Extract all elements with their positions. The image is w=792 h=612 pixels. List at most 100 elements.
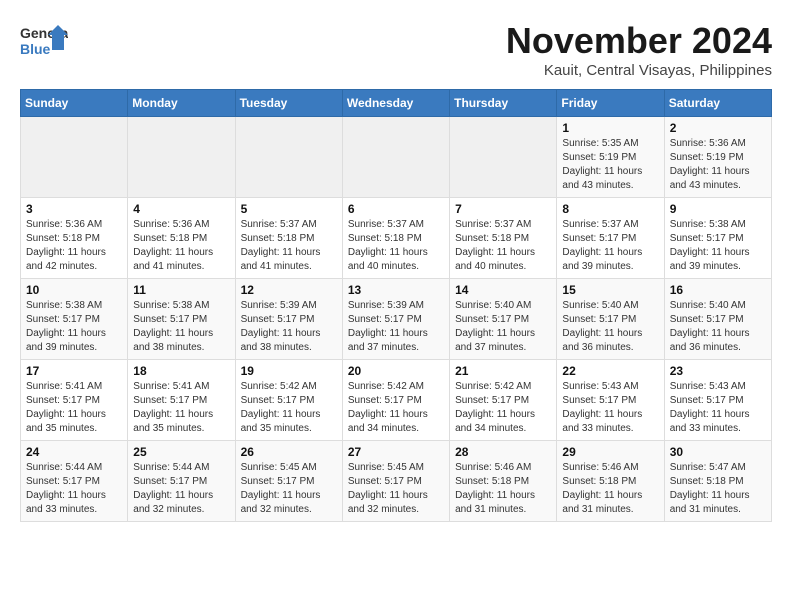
day-cell-2: 2 Sunrise: 5:36 AM Sunset: 5:19 PM Daylig…: [664, 117, 771, 198]
day-cell-4: 4 Sunrise: 5:36 AM Sunset: 5:18 PM Daylig…: [128, 198, 235, 279]
day-detail: Sunrise: 5:37 AM Sunset: 5:18 PM Dayligh…: [241, 218, 337, 274]
day-detail: Sunrise: 5:46 AM Sunset: 5:18 PM Dayligh…: [455, 461, 551, 517]
calendar-table: SundayMondayTuesdayWednesdayThursdayFrid…: [20, 89, 772, 522]
day-number: 10: [26, 283, 122, 297]
day-cell-21: 21 Sunrise: 5:42 AM Sunset: 5:17 PM Dayli…: [450, 360, 557, 441]
day-cell-24: 24Sunrise: 5:44 AM Sunset: 5:17 PM Dayli…: [21, 441, 128, 522]
day-detail: Sunrise: 5:42 AM Sunset: 5:17 PM Dayligh…: [241, 380, 337, 436]
day-number: 11: [133, 283, 229, 297]
day-cell-30: 30 Sunrise: 5:47 AM Sunset: 5:18 PM Dayli…: [664, 441, 771, 522]
day-detail: Sunrise: 5:42 AM Sunset: 5:17 PM Dayligh…: [348, 380, 444, 436]
day-detail: Sunrise: 5:36 AM Sunset: 5:18 PM Dayligh…: [133, 218, 229, 274]
day-detail: Sunrise: 5:41 AM Sunset: 5:17 PM Dayligh…: [133, 380, 229, 436]
day-cell-15: 15Sunrise: 5:40 AM Sunset: 5:17 PM Dayli…: [557, 279, 664, 360]
day-detail: Sunrise: 5:40 AM Sunset: 5:17 PM Dayligh…: [562, 299, 658, 355]
day-number: 23: [670, 364, 766, 378]
day-number: 22: [562, 364, 658, 378]
day-number: 2: [670, 121, 766, 135]
day-detail: Sunrise: 5:37 AM Sunset: 5:17 PM Dayligh…: [562, 218, 658, 274]
day-detail: Sunrise: 5:40 AM Sunset: 5:17 PM Dayligh…: [670, 299, 766, 355]
day-cell-20: 20 Sunrise: 5:42 AM Sunset: 5:17 PM Dayli…: [342, 360, 449, 441]
day-number: 19: [241, 364, 337, 378]
day-cell-27: 27 Sunrise: 5:45 AM Sunset: 5:17 PM Dayli…: [342, 441, 449, 522]
day-cell-10: 10 Sunrise: 5:38 AM Sunset: 5:17 PM Dayli…: [21, 279, 128, 360]
day-number: 21: [455, 364, 551, 378]
day-number: 17: [26, 364, 122, 378]
day-number: 25: [133, 445, 229, 459]
day-number: 13: [348, 283, 444, 297]
svg-text:Blue: Blue: [20, 41, 51, 57]
day-detail: Sunrise: 5:36 AM Sunset: 5:19 PM Dayligh…: [670, 137, 766, 193]
day-cell-29: 29 Sunrise: 5:46 AM Sunset: 5:18 PM Dayli…: [557, 441, 664, 522]
day-number: 28: [455, 445, 551, 459]
day-detail: Sunrise: 5:42 AM Sunset: 5:17 PM Dayligh…: [455, 380, 551, 436]
weekday-header-wednesday: Wednesday: [342, 90, 449, 117]
day-detail: Sunrise: 5:44 AM Sunset: 5:17 PM Dayligh…: [133, 461, 229, 517]
weekday-header-tuesday: Tuesday: [235, 90, 342, 117]
day-number: 29: [562, 445, 658, 459]
day-cell-11: 11 Sunrise: 5:38 AM Sunset: 5:17 PM Dayli…: [128, 279, 235, 360]
day-cell-16: 16 Sunrise: 5:40 AM Sunset: 5:17 PM Dayli…: [664, 279, 771, 360]
week-row-3: 10 Sunrise: 5:38 AM Sunset: 5:17 PM Dayli…: [21, 279, 772, 360]
weekday-header-monday: Monday: [128, 90, 235, 117]
day-cell-17: 17 Sunrise: 5:41 AM Sunset: 5:17 PM Dayli…: [21, 360, 128, 441]
day-detail: Sunrise: 5:45 AM Sunset: 5:17 PM Dayligh…: [241, 461, 337, 517]
day-number: 30: [670, 445, 766, 459]
day-cell-9: 9Sunrise: 5:38 AM Sunset: 5:17 PM Daylig…: [664, 198, 771, 279]
day-cell-7: 7 Sunrise: 5:37 AM Sunset: 5:18 PM Daylig…: [450, 198, 557, 279]
day-cell-18: 18 Sunrise: 5:41 AM Sunset: 5:17 PM Dayli…: [128, 360, 235, 441]
day-detail: Sunrise: 5:45 AM Sunset: 5:17 PM Dayligh…: [348, 461, 444, 517]
logo-icon: General Blue: [20, 20, 68, 60]
location-title: Kauit, Central Visayas, Philippines: [506, 62, 772, 79]
day-cell-12: 12 Sunrise: 5:39 AM Sunset: 5:17 PM Dayli…: [235, 279, 342, 360]
day-cell-5: 5Sunrise: 5:37 AM Sunset: 5:18 PM Daylig…: [235, 198, 342, 279]
day-detail: Sunrise: 5:38 AM Sunset: 5:17 PM Dayligh…: [26, 299, 122, 355]
empty-cell: [128, 117, 235, 198]
day-number: 3: [26, 202, 122, 216]
day-cell-6: 6 Sunrise: 5:37 AM Sunset: 5:18 PM Daylig…: [342, 198, 449, 279]
day-number: 12: [241, 283, 337, 297]
day-number: 16: [670, 283, 766, 297]
day-number: 26: [241, 445, 337, 459]
day-cell-14: 14 Sunrise: 5:40 AM Sunset: 5:17 PM Dayli…: [450, 279, 557, 360]
day-detail: Sunrise: 5:43 AM Sunset: 5:17 PM Dayligh…: [562, 380, 658, 436]
day-cell-13: 13Sunrise: 5:39 AM Sunset: 5:17 PM Dayli…: [342, 279, 449, 360]
day-cell-26: 26 Sunrise: 5:45 AM Sunset: 5:17 PM Dayli…: [235, 441, 342, 522]
title-area: November 2024 Kauit, Central Visayas, Ph…: [506, 20, 772, 79]
empty-cell: [450, 117, 557, 198]
day-cell-22: 22 Sunrise: 5:43 AM Sunset: 5:17 PM Dayli…: [557, 360, 664, 441]
day-detail: Sunrise: 5:40 AM Sunset: 5:17 PM Dayligh…: [455, 299, 551, 355]
month-title: November 2024: [506, 20, 772, 62]
week-row-1: 1 Sunrise: 5:35 AM Sunset: 5:19 PM Daylig…: [21, 117, 772, 198]
weekday-header-thursday: Thursday: [450, 90, 557, 117]
day-detail: Sunrise: 5:41 AM Sunset: 5:17 PM Dayligh…: [26, 380, 122, 436]
day-number: 1: [562, 121, 658, 135]
week-row-2: 3 Sunrise: 5:36 AM Sunset: 5:18 PM Daylig…: [21, 198, 772, 279]
day-detail: Sunrise: 5:39 AM Sunset: 5:17 PM Dayligh…: [241, 299, 337, 355]
day-detail: Sunrise: 5:47 AM Sunset: 5:18 PM Dayligh…: [670, 461, 766, 517]
page-header: General Blue November 2024 Kauit, Centra…: [20, 20, 772, 79]
day-detail: Sunrise: 5:38 AM Sunset: 5:17 PM Dayligh…: [133, 299, 229, 355]
day-cell-8: 8Sunrise: 5:37 AM Sunset: 5:17 PM Daylig…: [557, 198, 664, 279]
weekday-header-sunday: Sunday: [21, 90, 128, 117]
empty-cell: [235, 117, 342, 198]
day-detail: Sunrise: 5:37 AM Sunset: 5:18 PM Dayligh…: [348, 218, 444, 274]
day-number: 4: [133, 202, 229, 216]
day-number: 27: [348, 445, 444, 459]
day-detail: Sunrise: 5:37 AM Sunset: 5:18 PM Dayligh…: [455, 218, 551, 274]
day-number: 7: [455, 202, 551, 216]
day-detail: Sunrise: 5:46 AM Sunset: 5:18 PM Dayligh…: [562, 461, 658, 517]
week-row-4: 17 Sunrise: 5:41 AM Sunset: 5:17 PM Dayli…: [21, 360, 772, 441]
empty-cell: [21, 117, 128, 198]
day-number: 6: [348, 202, 444, 216]
day-detail: Sunrise: 5:35 AM Sunset: 5:19 PM Dayligh…: [562, 137, 658, 193]
day-cell-19: 19 Sunrise: 5:42 AM Sunset: 5:17 PM Dayli…: [235, 360, 342, 441]
logo: General Blue: [20, 20, 68, 60]
day-detail: Sunrise: 5:43 AM Sunset: 5:17 PM Dayligh…: [670, 380, 766, 436]
day-number: 14: [455, 283, 551, 297]
day-detail: Sunrise: 5:44 AM Sunset: 5:17 PM Dayligh…: [26, 461, 122, 517]
day-number: 18: [133, 364, 229, 378]
day-cell-28: 28 Sunrise: 5:46 AM Sunset: 5:18 PM Dayli…: [450, 441, 557, 522]
weekday-header-friday: Friday: [557, 90, 664, 117]
day-number: 20: [348, 364, 444, 378]
